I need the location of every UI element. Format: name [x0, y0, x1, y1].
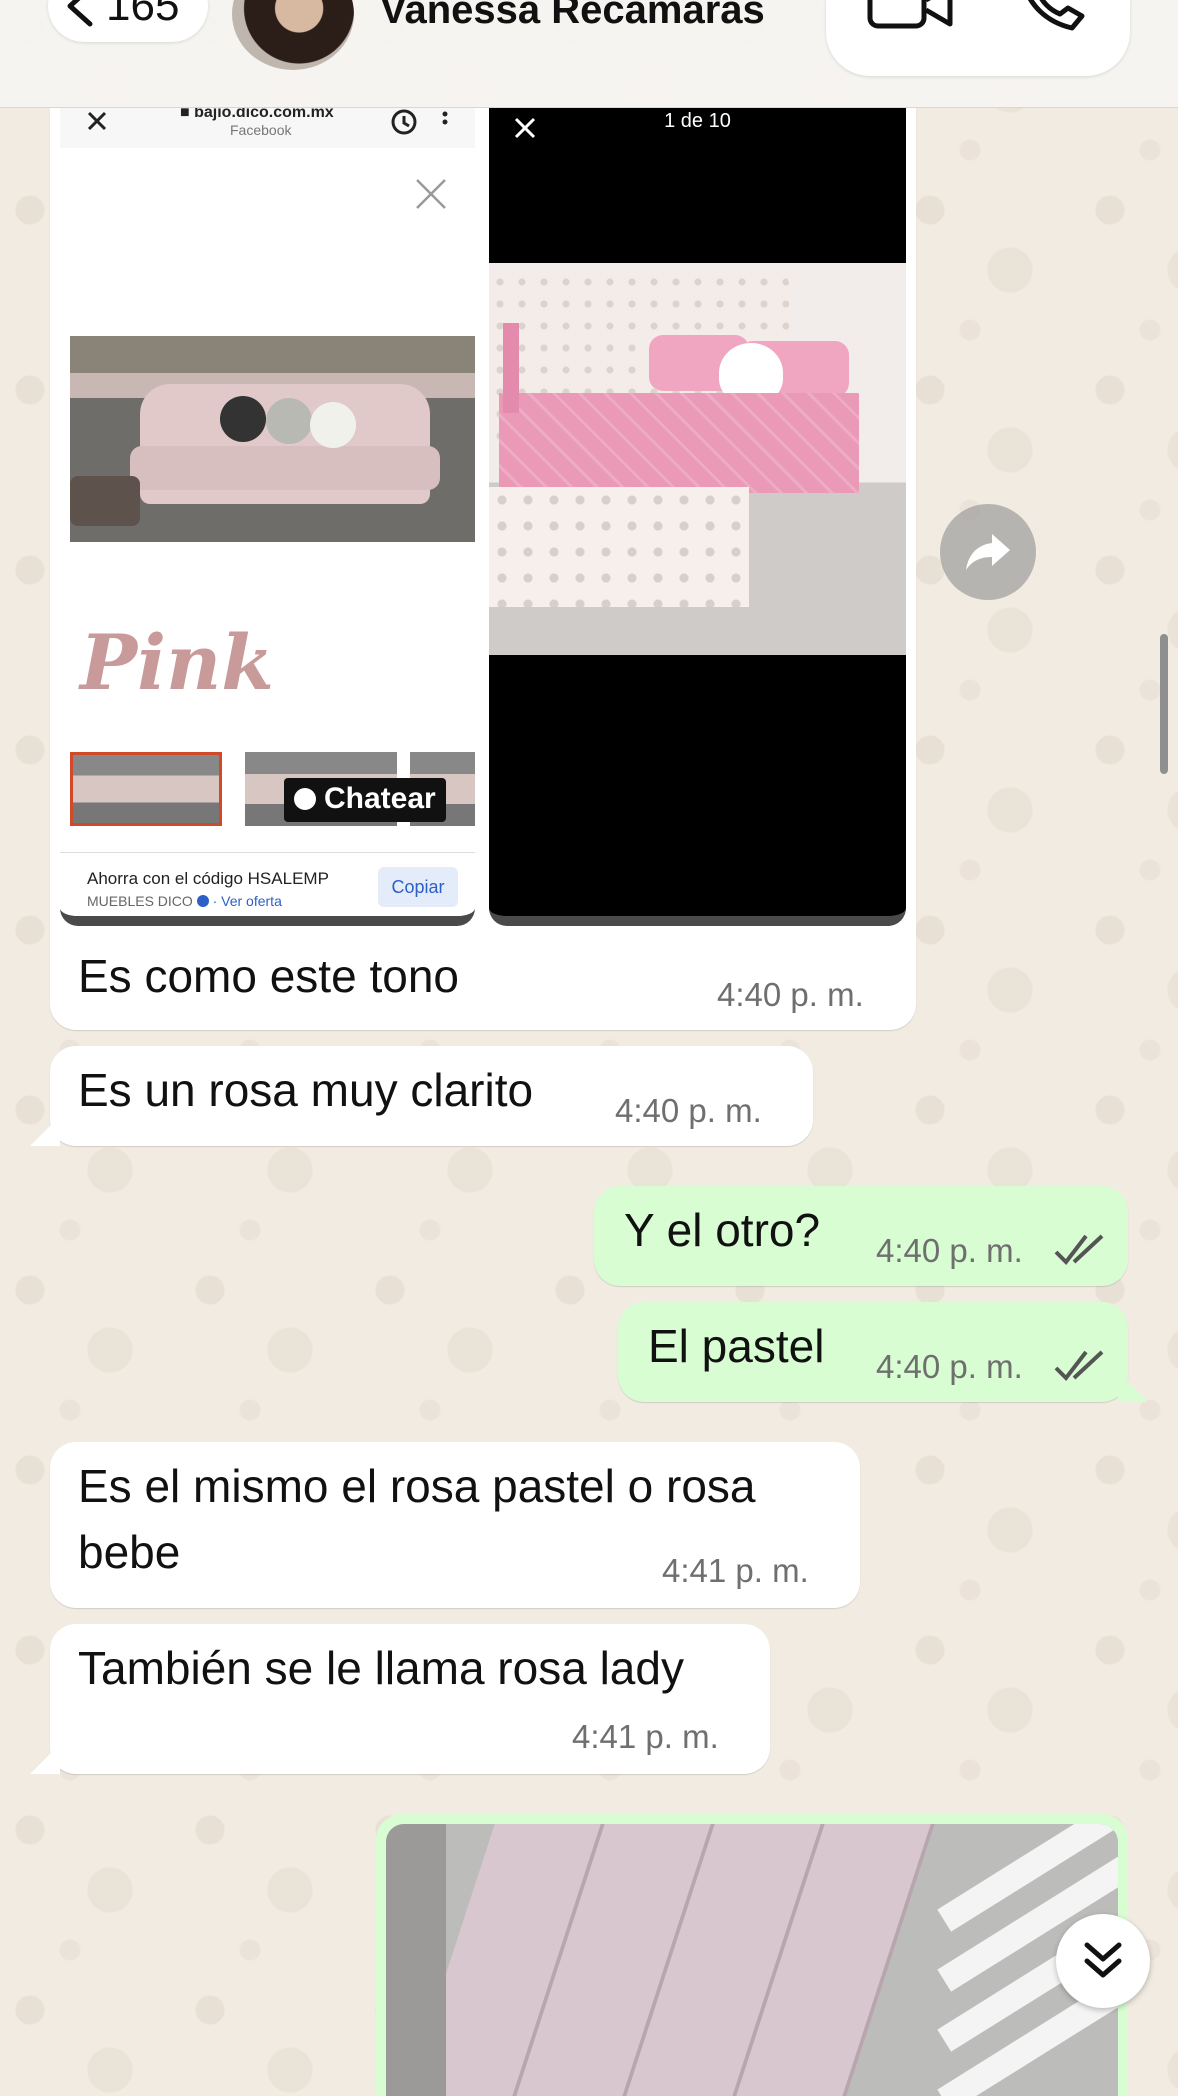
chat-now-button: Chatear — [284, 778, 446, 822]
message-text: Es un rosa muy clarito — [78, 1064, 534, 1116]
double-check-icon — [1054, 1234, 1104, 1266]
chat-bubble-icon — [294, 788, 316, 810]
close-icon — [416, 179, 446, 209]
headboard-photo — [386, 1824, 1118, 2096]
double-chevron-down-icon — [1084, 1942, 1122, 1978]
album-caption: Es como este tono — [78, 950, 459, 1002]
seller-name: MUEBLES DICO — [87, 893, 193, 909]
message-time: 4:41 p. m. — [662, 1552, 809, 1589]
forward-button[interactable] — [940, 504, 1036, 600]
outgoing-message[interactable]: Y el otro? 4:40 p. m. — [594, 1186, 1128, 1286]
coupon-title: Ahorra con el código HSALEMP — [87, 869, 329, 888]
chat-now-label: Chatear — [324, 782, 436, 815]
offer-link: · Ver oferta — [212, 893, 282, 909]
message-text: También se le llama rosa lady — [78, 1642, 684, 1694]
message-text-line: bebe — [78, 1526, 181, 1578]
forward-arrow-icon — [966, 534, 1010, 570]
message-time: 4:40 p. m. — [717, 976, 864, 1013]
album-image-bed[interactable]: 1 de 10 — [489, 108, 906, 926]
message-time: 4:41 p. m. — [572, 1718, 719, 1755]
more-vertical-icon — [442, 111, 448, 125]
incoming-message[interactable]: Es el mismo el rosa pastel o rosa bebe 4… — [50, 1442, 860, 1608]
double-check-icon — [1054, 1350, 1104, 1382]
album-contents: ■ bajio.dico.com.mx Facebook Pink Chatea… — [50, 0, 916, 1030]
message-time: 4:40 p. m. — [876, 1232, 1023, 1269]
thumbnail-selected — [70, 752, 222, 826]
message-time: 4:40 p. m. — [876, 1348, 1023, 1385]
history-icon — [391, 109, 417, 135]
incoming-message[interactable]: Es un rosa muy clarito 4:40 p. m. — [50, 1046, 813, 1146]
message-text: Y el otro? — [624, 1204, 821, 1256]
scroll-to-bottom-button[interactable] — [1056, 1914, 1150, 2008]
message-time: 4:40 p. m. — [615, 1092, 762, 1129]
browser-bar: ■ bajio.dico.com.mx Facebook — [60, 108, 475, 148]
copy-code-button: Copiar — [378, 867, 458, 907]
coupon-banner: Ahorra con el código HSALEMP MUEBLES DIC… — [60, 852, 475, 916]
incoming-message[interactable]: También se le llama rosa lady 4:41 p. m. — [50, 1624, 770, 1774]
outgoing-photo-message[interactable] — [376, 1814, 1128, 2096]
page-source: Facebook — [230, 122, 292, 138]
message-text: El pastel — [648, 1320, 825, 1372]
bed-photo — [489, 263, 906, 655]
close-icon — [87, 111, 107, 131]
phone-icon[interactable] — [1016, 0, 1090, 32]
coupon-seller-line: MUEBLES DICO · Ver oferta — [87, 893, 282, 909]
outgoing-message[interactable]: El pastel 4:40 p. m. — [618, 1302, 1128, 1402]
verified-icon — [196, 895, 209, 907]
sofa-photo — [70, 336, 475, 542]
message-text-line: Es el mismo el rosa pastel o rosa — [78, 1460, 756, 1512]
image-counter: 1 de 10 — [664, 110, 731, 132]
album-image-sofa[interactable]: ■ bajio.dico.com.mx Facebook Pink Chatea… — [60, 108, 475, 926]
pink-brand-logo: Pink — [80, 618, 274, 707]
page-url: ■ bajio.dico.com.mx — [180, 108, 334, 121]
scrollbar[interactable] — [1160, 634, 1168, 774]
